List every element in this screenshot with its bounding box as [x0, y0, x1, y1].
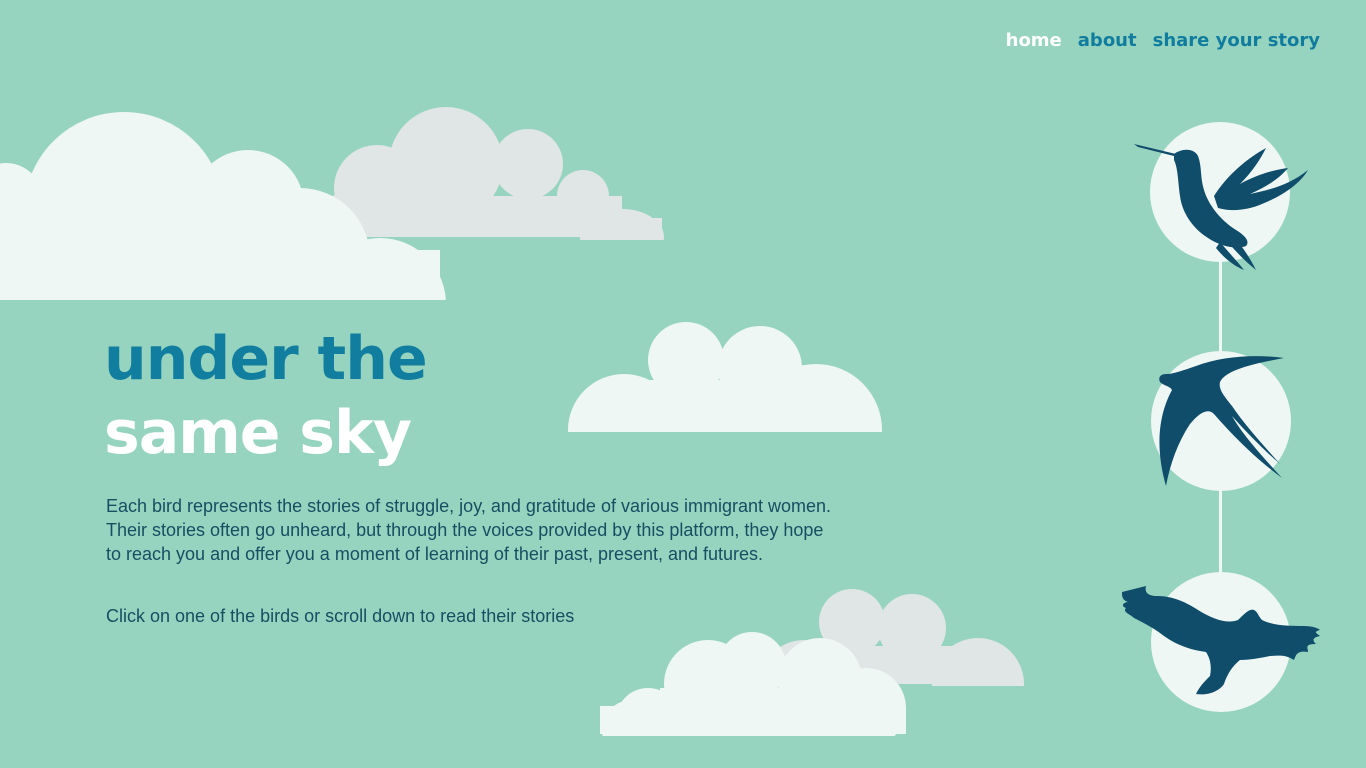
nav-about-link[interactable]: about — [1078, 30, 1137, 51]
nav-home-link[interactable]: home — [1006, 30, 1062, 51]
hero-title-line-2: same sky — [104, 398, 412, 468]
hero-title-line-1: under the — [104, 324, 428, 394]
scroll-call-to-action: Click on one of the birds or scroll down… — [106, 606, 575, 626]
cloud-white-large — [0, 112, 446, 300]
top-nav: home about share your story — [1006, 30, 1320, 51]
hummingbird-icon[interactable] — [1132, 138, 1312, 274]
nav-share-your-story-link[interactable]: share your story — [1153, 30, 1320, 51]
eagle-icon[interactable] — [1120, 586, 1324, 698]
hero-description: Each bird represents the stories of stru… — [106, 496, 832, 564]
page: home about share your story under the sa… — [0, 0, 1366, 768]
timeline-connector-bottom — [1219, 488, 1222, 576]
cloud-white-bottom — [600, 632, 906, 736]
cloud-white-middle — [568, 322, 882, 432]
swallow-icon[interactable] — [1156, 352, 1286, 488]
hero-title: under the same sky — [104, 322, 428, 470]
